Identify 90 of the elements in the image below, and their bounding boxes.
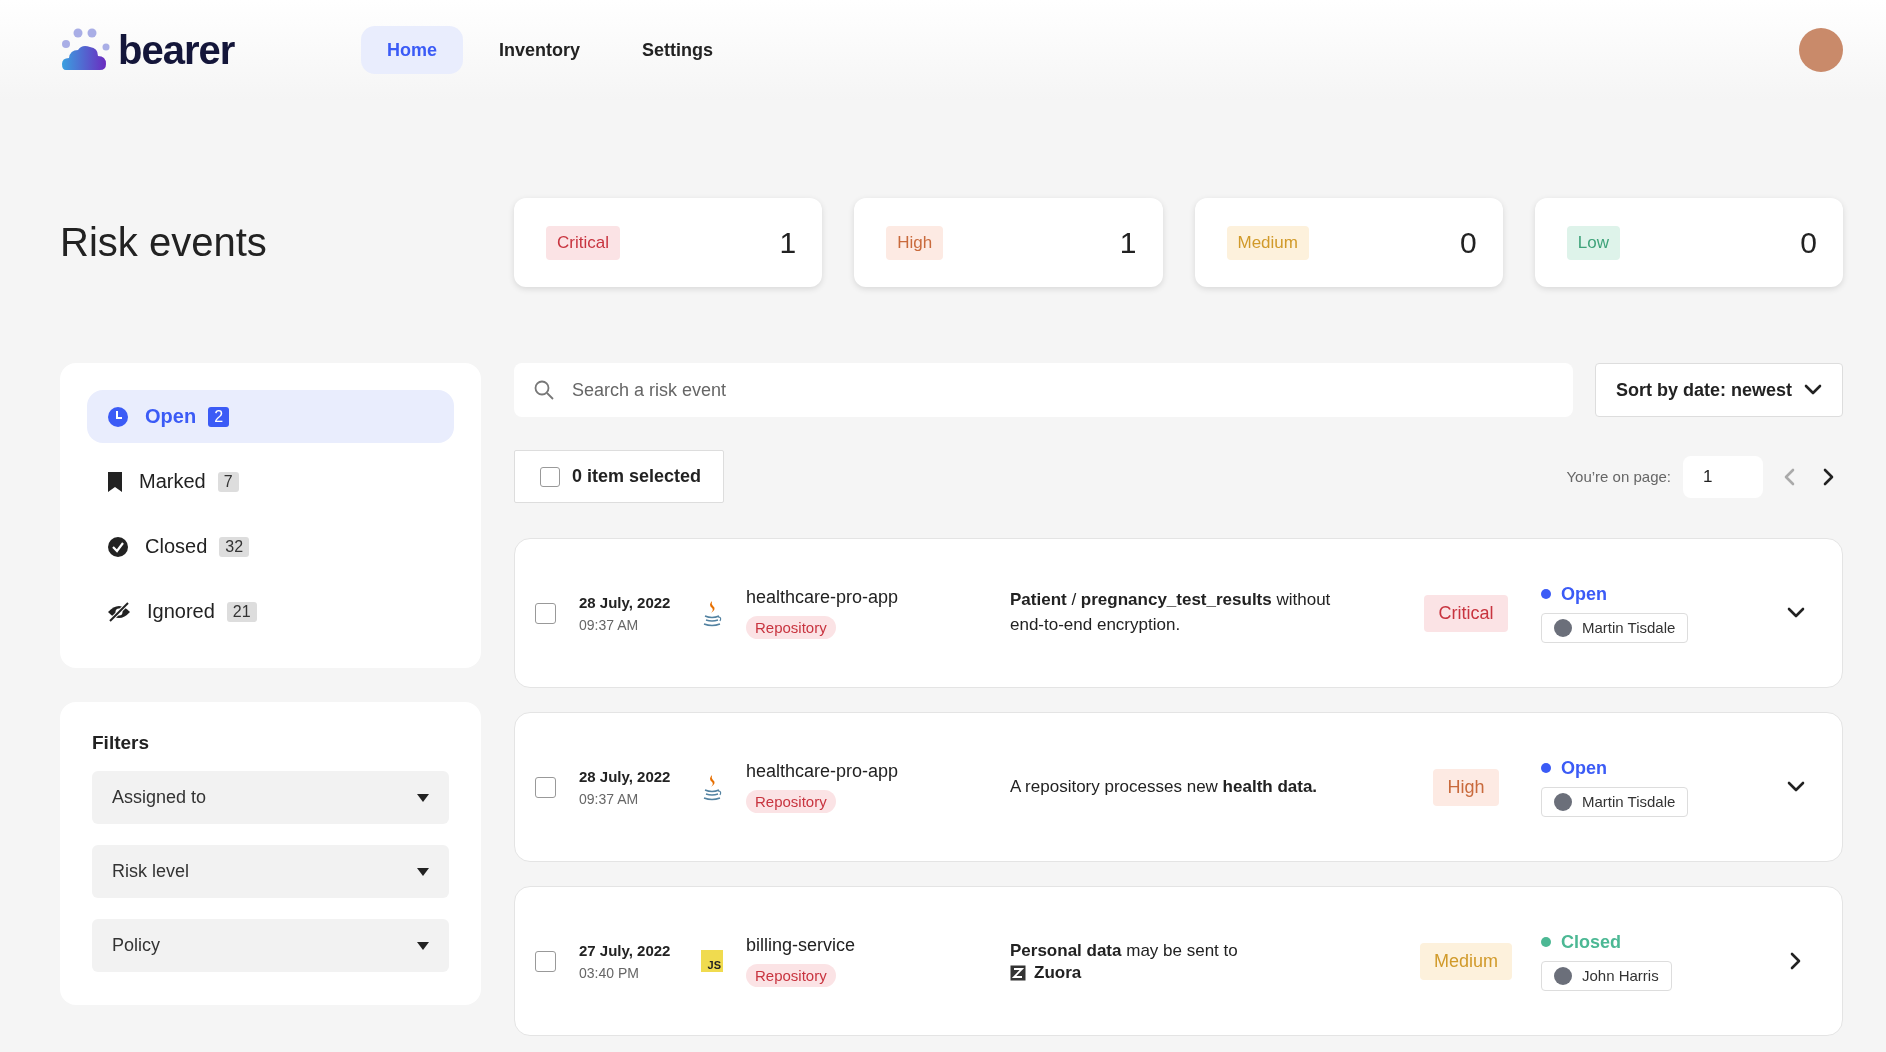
severity-badge: Critical	[1424, 594, 1508, 632]
chevron-down-icon	[1787, 607, 1805, 619]
check-circle-icon	[107, 535, 129, 558]
avatar-circle	[1554, 618, 1572, 637]
user-avatar[interactable]	[1799, 28, 1843, 72]
severity-badge: Low	[1566, 225, 1620, 260]
caret-icon	[417, 793, 429, 802]
checkbox[interactable]	[540, 466, 560, 487]
coffee-cup-icon	[701, 773, 723, 801]
nav-tab[interactable]: Inventory	[473, 26, 607, 74]
dropdown-label: Risk level	[112, 861, 190, 882]
page-title: Risk events	[60, 220, 267, 265]
selection-button[interactable]: 0 item selected	[514, 450, 725, 503]
destination-name: Zuora	[1034, 963, 1082, 984]
assignee-chip[interactable]: Martin Tisdale	[1541, 786, 1689, 817]
dropdown-label: Assigned to	[112, 787, 207, 808]
filters-heading: Filters	[92, 732, 151, 754]
clock-icon	[107, 405, 129, 428]
checkbox[interactable]	[535, 950, 556, 972]
filter-dropdown[interactable]: Assigned to	[92, 771, 449, 824]
repository-tag: Repository	[746, 964, 836, 987]
event-date: 28 July, 2022	[579, 593, 672, 611]
event-description: A repository processes new health data.	[1010, 775, 1319, 798]
sidebar-item[interactable]: Marked 7	[87, 455, 454, 508]
severity-badge: Medium	[1420, 942, 1512, 980]
caret-icon	[417, 867, 429, 876]
bookmark-icon	[107, 470, 123, 493]
severity-badge: High	[886, 225, 944, 260]
nav-tab[interactable]: Home	[361, 26, 463, 74]
logo-text: bearer	[118, 27, 235, 73]
eye-off-icon	[107, 601, 131, 622]
status-label: Closed	[1561, 931, 1621, 953]
event-time: 09:37 AM	[579, 616, 640, 633]
chevron-right-icon	[1790, 952, 1802, 970]
repository-name: billing-service	[746, 935, 857, 956]
event-date: 28 July, 2022	[579, 767, 672, 785]
severity-badge: Medium	[1226, 225, 1309, 260]
count-badge: 32	[219, 536, 250, 557]
count-badge: 2	[208, 406, 230, 427]
severity-badge: High	[1433, 768, 1499, 806]
repository-tag: Repository	[746, 790, 836, 813]
chevron-left-icon	[1783, 467, 1795, 486]
sidebar-item[interactable]: Closed 32	[87, 520, 454, 573]
status-label: Open	[1561, 757, 1607, 779]
dropdown-label: Policy	[112, 935, 160, 956]
chevron-down-icon	[1804, 384, 1822, 396]
assignee-chip[interactable]: John Harris	[1541, 960, 1672, 991]
z-logo-icon	[1010, 965, 1026, 982]
filter-dropdown[interactable]: Risk level	[92, 845, 449, 898]
sidebar-item[interactable]: Ignored 21	[87, 585, 454, 638]
item-label: Open	[145, 405, 197, 428]
filter-dropdown[interactable]: Policy	[92, 919, 449, 972]
search-icon	[534, 380, 554, 400]
severity-badge: Critical	[546, 225, 620, 260]
severity-count: 1	[1119, 225, 1137, 260]
item-label: Ignored	[147, 600, 215, 623]
page-input[interactable]: 1	[1683, 455, 1763, 498]
caret-icon	[417, 941, 429, 950]
item-label: Closed	[145, 535, 208, 558]
event-date: 27 July, 2022	[579, 941, 672, 959]
js-logo-icon: JS	[701, 949, 723, 972]
sort-dropdown[interactable]: Sort by date: newest	[1595, 363, 1843, 417]
page-label: You’re on page:	[1566, 468, 1671, 485]
event-time: 09:37 AM	[579, 790, 640, 807]
search-input[interactable]: Search a risk event	[570, 378, 1553, 402]
repository-name: healthcare-pro-app	[746, 587, 900, 608]
item-label: Marked	[139, 470, 206, 493]
search-field[interactable]: Search a risk event	[514, 363, 1573, 417]
count-badge: 7	[217, 471, 239, 492]
repository-name: healthcare-pro-app	[746, 761, 900, 782]
event-description: Patient / pregnancy_test_results without end-to-end encryption.	[1010, 589, 1332, 636]
cloud-logo-icon	[60, 28, 112, 72]
avatar-circle	[1554, 966, 1572, 985]
nav-tab[interactable]: Settings	[616, 26, 740, 74]
avatar-circle	[1554, 792, 1572, 811]
severity-count: 1	[779, 225, 797, 260]
coffee-cup-icon	[701, 599, 723, 627]
assignee-chip[interactable]: Martin Tisdale	[1541, 612, 1689, 643]
chevron-down-icon	[1787, 781, 1805, 793]
count-badge: 21	[226, 601, 257, 622]
severity-count: 0	[1460, 225, 1477, 260]
severity-count: 0	[1800, 225, 1817, 260]
checkbox[interactable]	[535, 776, 556, 798]
status-label: Open	[1561, 583, 1607, 605]
repository-tag: Repository	[746, 616, 836, 639]
chevron-right-icon	[1823, 467, 1835, 486]
event-time: 03:40 PM	[579, 964, 640, 981]
event-description: Personal data may be sent to	[1010, 939, 1239, 962]
checkbox[interactable]	[535, 602, 556, 624]
sidebar-item[interactable]: Open 2	[87, 390, 454, 443]
